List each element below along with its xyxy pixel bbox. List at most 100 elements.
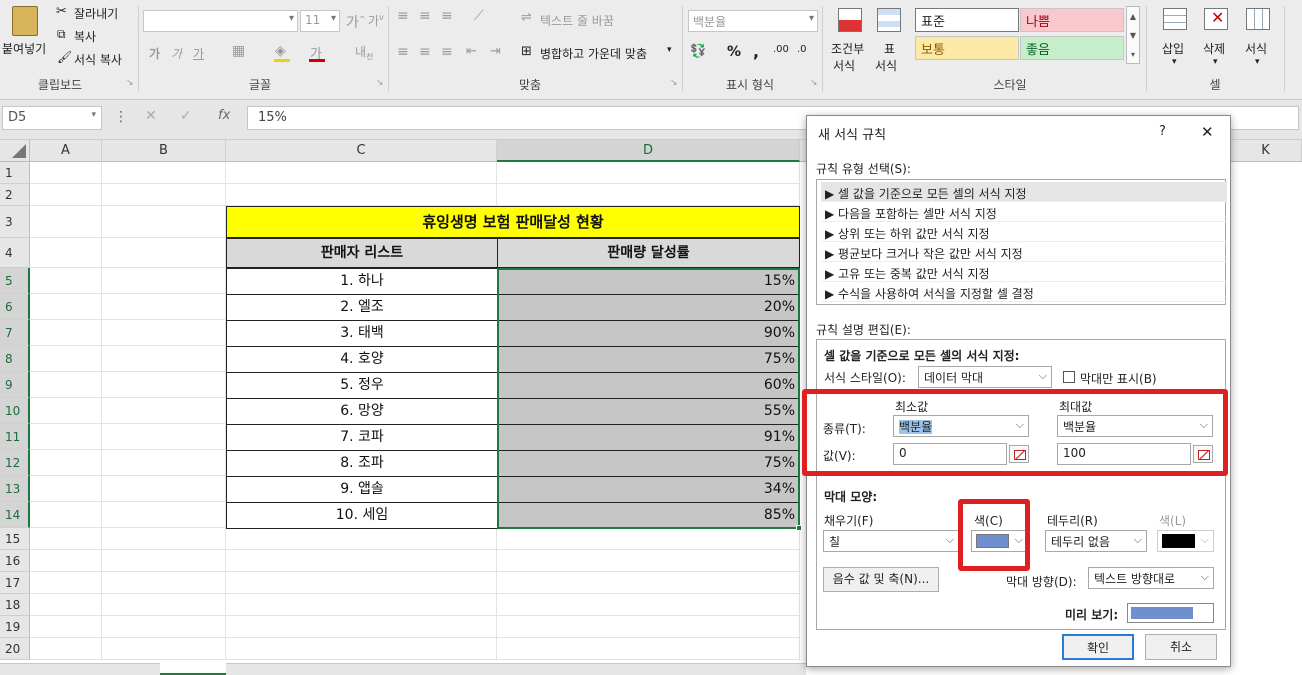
header-rate[interactable]: 판매량 달성률: [497, 238, 800, 268]
help-button[interactable]: ?: [1159, 124, 1166, 139]
number-launcher-icon[interactable]: ↘: [810, 78, 818, 88]
italic-button[interactable]: 가: [171, 45, 182, 62]
orientation-icon[interactable]: ⟋: [474, 8, 484, 24]
negative-value-axis-button[interactable]: 음수 값 및 축(N)...: [823, 567, 939, 592]
format-style-combo[interactable]: 데이터 막대 ⌵: [918, 366, 1052, 388]
cell[interactable]: [30, 594, 102, 616]
increase-decimal-icon[interactable]: .00: [773, 44, 789, 55]
cell[interactable]: [226, 184, 497, 206]
ok-button[interactable]: 확인: [1062, 634, 1134, 660]
cell[interactable]: [102, 346, 226, 372]
cell[interactable]: [226, 594, 497, 616]
cell[interactable]: [102, 184, 226, 206]
cell[interactable]: [497, 184, 800, 206]
number-format-combo[interactable]: 백분율 ▾: [688, 10, 818, 32]
row-header-1[interactable]: 1: [0, 162, 30, 184]
insert-cells-icon[interactable]: [1163, 8, 1187, 30]
fill-handle[interactable]: [796, 525, 802, 531]
cell[interactable]: [30, 238, 102, 268]
cell[interactable]: [30, 398, 102, 424]
cell[interactable]: [30, 476, 102, 502]
seller-cell[interactable]: 8. 조파: [226, 450, 498, 477]
cell[interactable]: [102, 594, 226, 616]
clipboard-launcher-icon[interactable]: ↘: [126, 78, 134, 88]
row-header-20[interactable]: 20: [0, 638, 30, 660]
column-header-b[interactable]: B: [102, 140, 226, 162]
decrease-indent-icon[interactable]: ⇤: [466, 44, 477, 59]
rule-type-item[interactable]: ▶ 평균보다 크거나 작은 값만 서식 지정: [821, 242, 1227, 262]
merge-center-button[interactable]: 병합하고 가운데 맞춤: [540, 45, 647, 62]
cell[interactable]: [497, 572, 800, 594]
middle-align-icon[interactable]: ≡: [419, 8, 431, 24]
align-center-icon[interactable]: ≡: [419, 44, 431, 60]
cell[interactable]: [30, 572, 102, 594]
wrap-text-button[interactable]: 텍스트 줄 바꿈: [540, 12, 614, 29]
cell[interactable]: [226, 550, 497, 572]
cell[interactable]: [102, 502, 226, 528]
style-good[interactable]: 좋음: [1020, 36, 1124, 60]
cell[interactable]: [497, 162, 800, 184]
seller-cell[interactable]: 9. 앱솔: [226, 476, 498, 503]
comma-button[interactable]: ,: [753, 42, 759, 61]
format-painter-icon[interactable]: 🖌: [57, 50, 72, 64]
seller-cell[interactable]: 2. 엘조: [226, 294, 498, 321]
phonetic-icon[interactable]: 내천: [355, 43, 373, 62]
border-color-picker[interactable]: ⌵: [1157, 530, 1214, 552]
increase-indent-icon[interactable]: ⇥: [490, 44, 501, 59]
cell[interactable]: [102, 320, 226, 346]
seller-cell[interactable]: 4. 호양: [226, 346, 498, 373]
row-header-3[interactable]: 3: [0, 206, 30, 238]
font-size-combo[interactable]: 11 ▾: [300, 10, 340, 32]
cell[interactable]: [102, 372, 226, 398]
cell[interactable]: [497, 528, 800, 550]
cell[interactable]: [102, 528, 226, 550]
row-header-19[interactable]: 19: [0, 616, 30, 638]
cell[interactable]: [102, 238, 226, 268]
merge-center-icon[interactable]: ⊞: [521, 44, 532, 59]
table-title[interactable]: 휴잉생명 보험 판매달성 현황: [226, 206, 800, 238]
table-format-label2[interactable]: 서식: [875, 57, 897, 74]
chevron-down-icon[interactable]: ▾: [1172, 57, 1177, 67]
cell[interactable]: [30, 184, 102, 206]
column-header-k[interactable]: K: [1230, 140, 1302, 162]
column-header-c[interactable]: C: [226, 140, 497, 162]
decrease-font-icon[interactable]: 가v: [368, 12, 384, 29]
cell[interactable]: [30, 638, 102, 660]
cell[interactable]: [30, 502, 102, 528]
cell[interactable]: [102, 572, 226, 594]
row-header-7[interactable]: 7: [0, 320, 30, 346]
cancel-entry-icon[interactable]: ✕: [145, 108, 157, 124]
row-header-16[interactable]: 16: [0, 550, 30, 572]
row-header-18[interactable]: 18: [0, 594, 30, 616]
cell[interactable]: [30, 268, 102, 294]
more-icon[interactable]: ⋮: [114, 109, 128, 125]
cell[interactable]: [497, 594, 800, 616]
cell[interactable]: [30, 320, 102, 346]
row-header-15[interactable]: 15: [0, 528, 30, 550]
cell[interactable]: [102, 616, 226, 638]
chevron-down-icon[interactable]: ▾: [1213, 57, 1218, 67]
table-format-button[interactable]: 표: [884, 40, 895, 57]
insert-function-icon[interactable]: fx: [218, 108, 230, 123]
alignment-launcher-icon[interactable]: ↘: [670, 78, 678, 88]
font-name-combo[interactable]: ▾: [143, 10, 298, 32]
cell[interactable]: [226, 528, 497, 550]
cell[interactable]: [30, 424, 102, 450]
style-normal[interactable]: 표준: [915, 8, 1019, 32]
conditional-format-label2[interactable]: 서식: [833, 57, 855, 74]
cell[interactable]: [102, 550, 226, 572]
chevron-down-icon[interactable]: ▾: [1255, 57, 1260, 67]
rule-type-item[interactable]: ▶ 상위 또는 하위 값만 서식 지정: [821, 222, 1227, 242]
paste-button[interactable]: 붙여넣기: [2, 40, 46, 57]
row-header-9[interactable]: 9: [0, 372, 30, 398]
font-launcher-icon[interactable]: ↘: [376, 78, 384, 88]
row-header-5[interactable]: 5: [0, 268, 30, 294]
cell[interactable]: [30, 294, 102, 320]
seller-cell[interactable]: 7. 코파: [226, 424, 498, 451]
underline-button[interactable]: 가: [193, 45, 204, 62]
seller-cell[interactable]: 6. 망양: [226, 398, 498, 425]
seller-cell[interactable]: 10. 세임: [226, 502, 498, 529]
cell[interactable]: [30, 372, 102, 398]
row-header-14[interactable]: 14: [0, 502, 30, 528]
rule-type-item[interactable]: ▶ 셀 값을 기준으로 모든 셀의 서식 지정: [821, 182, 1227, 202]
